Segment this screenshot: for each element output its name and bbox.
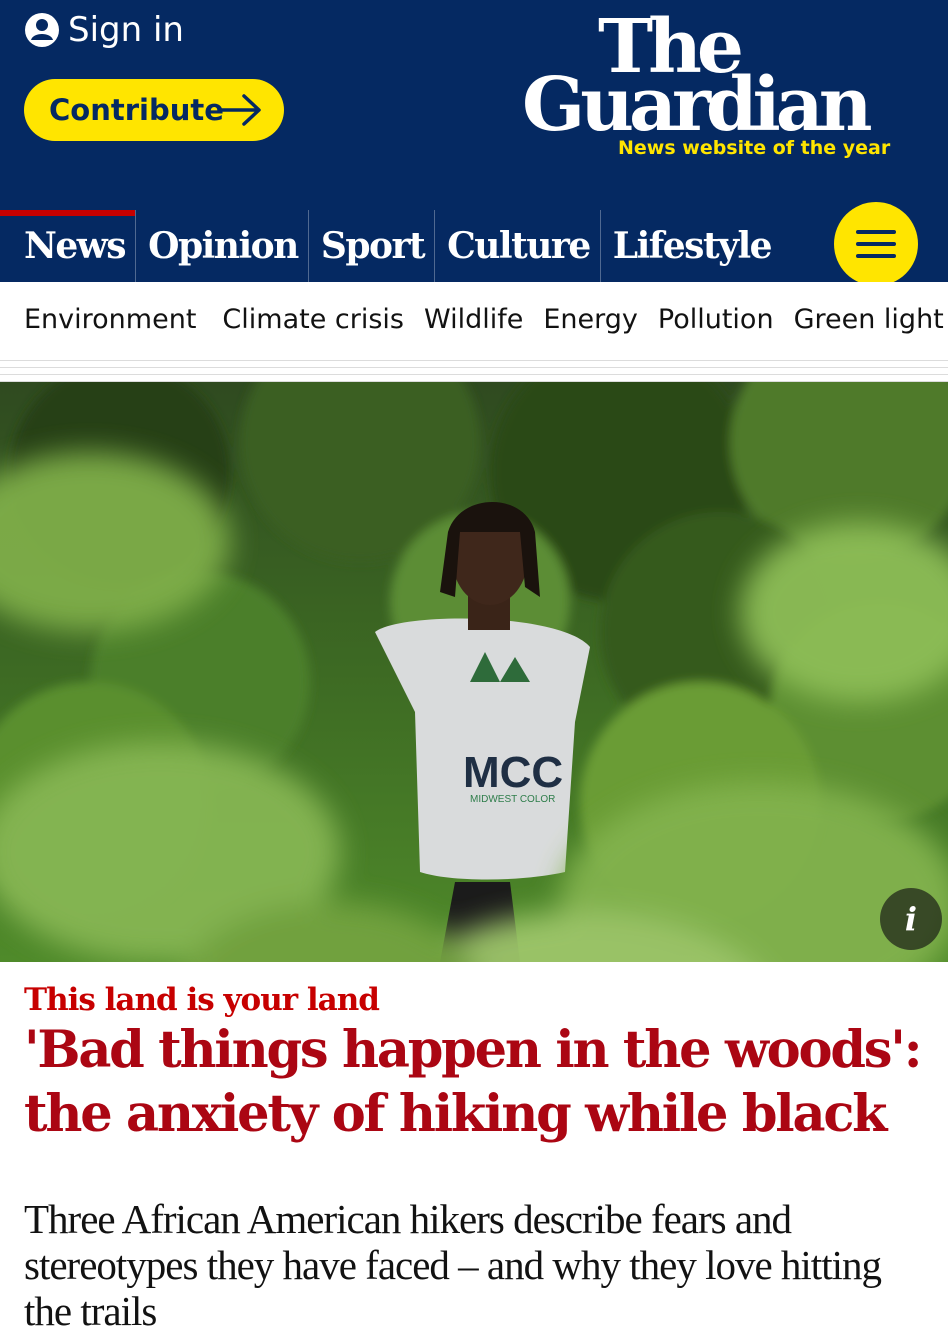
hero-photo: MCC MIDWEST COLOR [0, 382, 948, 962]
hamburger-icon-bar [856, 254, 896, 258]
pillar-culture[interactable]: Culture [435, 210, 601, 282]
hamburger-icon-bar [856, 242, 896, 246]
contribute-button[interactable]: Contribute [24, 79, 284, 141]
contribute-label: Contribute [49, 93, 224, 127]
pillar-nav: News Opinion Sport Culture Lifestyle [0, 210, 948, 282]
logo-guardian[interactable]: Guardian [522, 64, 918, 146]
pillar-sport[interactable]: Sport [309, 210, 436, 282]
pillar-news[interactable]: News [0, 210, 137, 282]
sub-nav: Environment Climate crisis Wildlife Ener… [0, 282, 948, 356]
pillar-opinion[interactable]: Opinion [136, 210, 309, 282]
arrow-right-icon [220, 94, 261, 126]
shirt-logo: MCC [463, 748, 563, 797]
logo-tagline: News website of the year [618, 137, 891, 159]
divider-lines [0, 354, 948, 382]
kicker-series[interactable]: This land is your land [24, 980, 924, 1020]
sign-in-label: Sign in [68, 10, 184, 50]
menu-button[interactable] [834, 202, 918, 286]
masthead: Sign in Contribute The Guardian News web… [0, 0, 948, 210]
hero-image: MCC MIDWEST COLOR [0, 382, 948, 962]
shirt-subtext: MIDWEST COLOR [470, 794, 555, 805]
headline: 'Bad things happen in the woods': the an… [24, 1020, 923, 1144]
subnav-energy[interactable]: Energy [543, 304, 638, 335]
info-icon[interactable]: i [880, 888, 942, 950]
standfirst: Three African American hikers describe f… [24, 1196, 882, 1334]
user-icon [25, 13, 59, 47]
subnav-green-light[interactable]: Green light [794, 304, 944, 335]
subnav-wildlife[interactable]: Wildlife [424, 304, 523, 335]
hamburger-icon [856, 230, 896, 234]
subnav-environment[interactable]: Environment [24, 304, 196, 335]
subnav-climate-crisis[interactable]: Climate crisis [222, 304, 404, 335]
subnav-pollution[interactable]: Pollution [658, 304, 774, 335]
pillar-lifestyle[interactable]: Lifestyle [601, 210, 781, 282]
sign-in-link[interactable]: Sign in [24, 10, 184, 50]
